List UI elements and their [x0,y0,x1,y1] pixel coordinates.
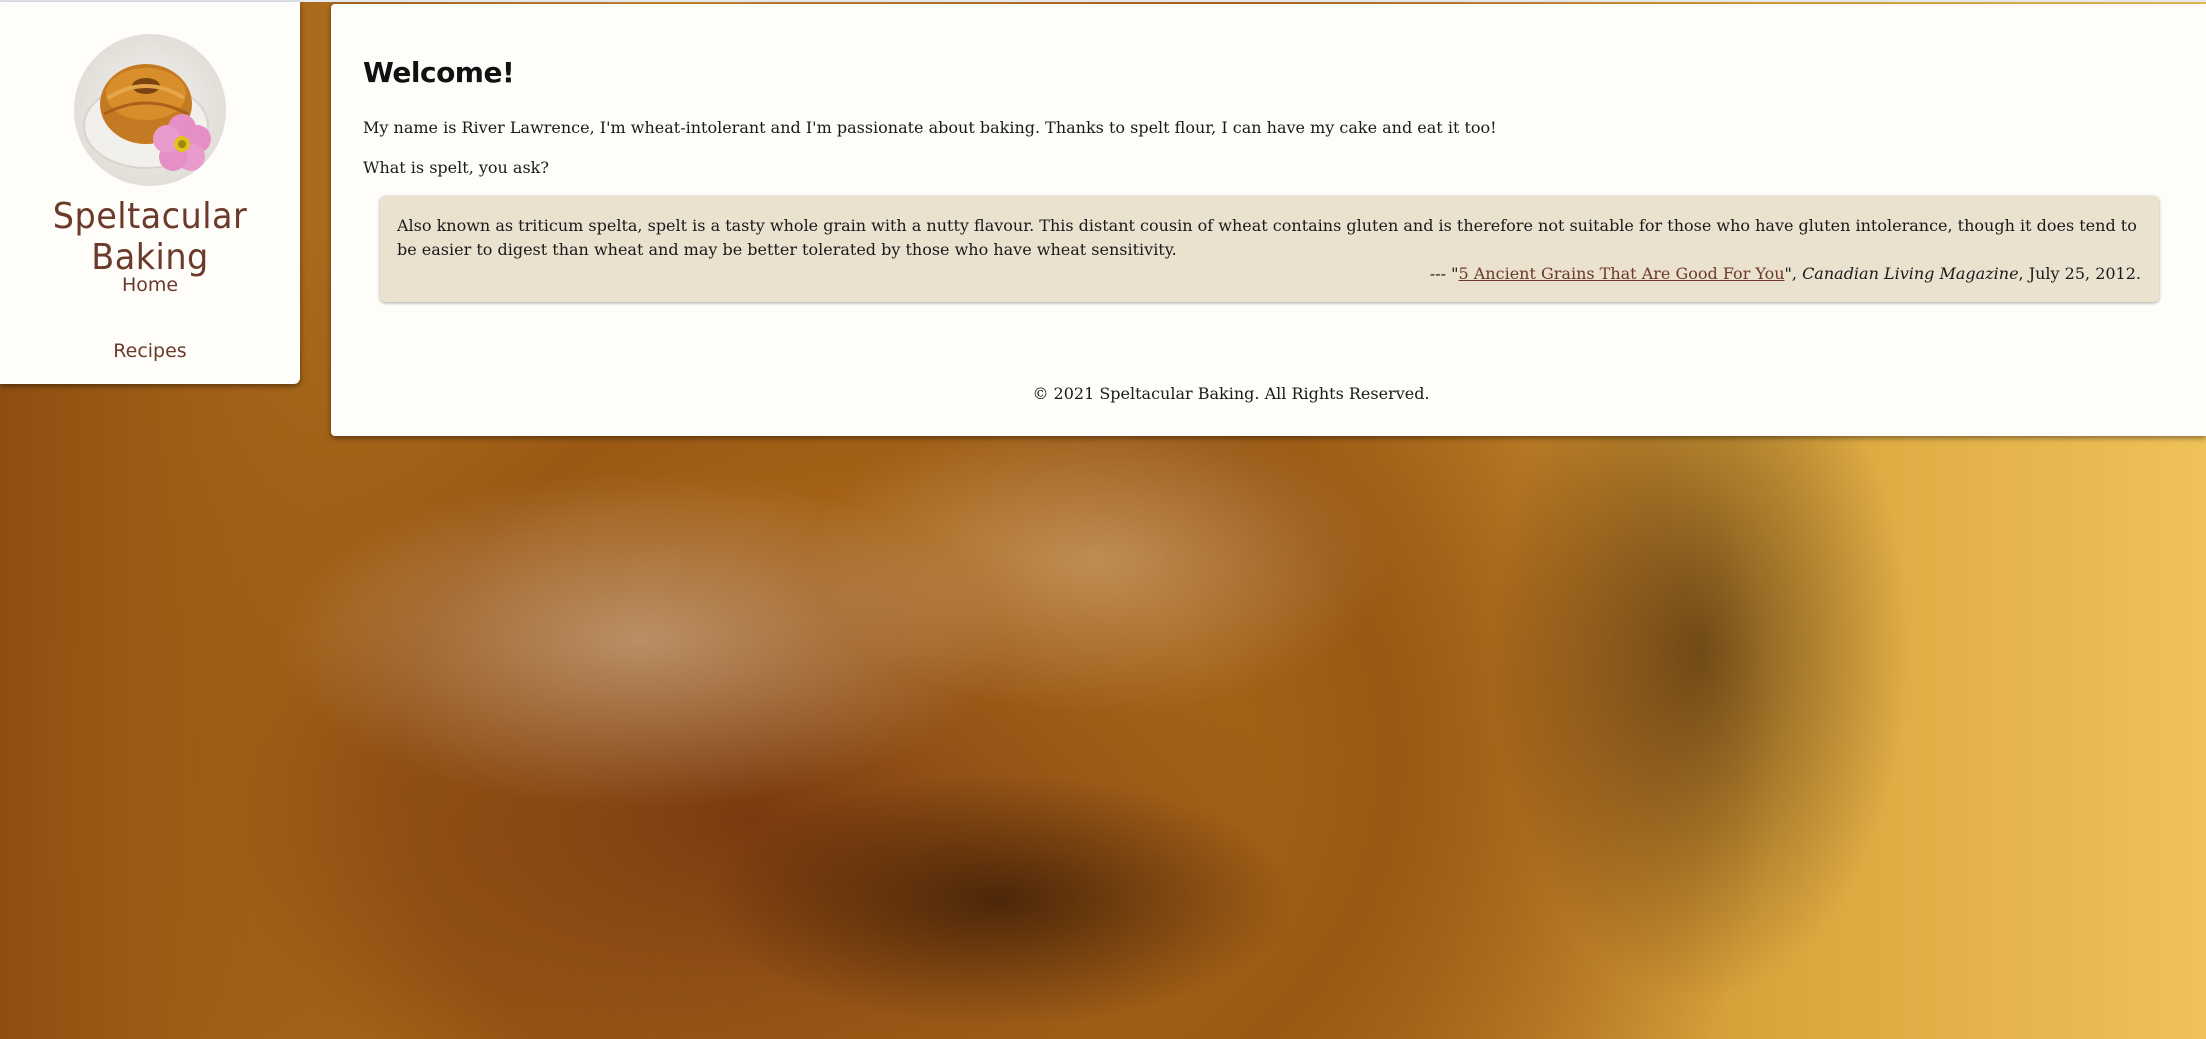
question-paragraph: What is spelt, you ask? [363,158,549,177]
footer-copyright: © 2021 Speltacular Baking. All Rights Re… [1032,384,1430,403]
main-content: Welcome! My name is River Lawrence, I'm … [331,4,2206,436]
spelt-quote: Also known as triticum spelta, spelt is … [380,196,2159,302]
citation-source: Canadian Living Magazine [1802,264,2019,283]
logo-illustration [83,64,211,171]
nav-link-home[interactable]: Home [0,274,300,296]
intro-paragraph: My name is River Lawrence, I'm wheat-int… [363,118,1497,137]
citation-prefix: --- " [1429,264,1459,283]
site-title[interactable]: Speltacular Baking [11,196,290,278]
citation-separator: ", [1784,264,1803,283]
quote-citation: --- "5 Ancient Grains That Are Good For … [397,262,2141,286]
quote-text: Also known as triticum spelta, spelt is … [397,216,2137,259]
citation-date: , July 25, 2012. [2018,264,2141,283]
article-link[interactable]: 5 Ancient Grains That Are Good For You [1458,264,1784,283]
sidebar: Speltacular Baking Home Recipes [0,2,300,384]
page-heading: Welcome! [363,56,515,89]
window-top-border [0,0,2206,2]
nav-link-recipes[interactable]: Recipes [0,340,300,362]
bundt-cake-with-flower-icon[interactable] [74,34,226,186]
